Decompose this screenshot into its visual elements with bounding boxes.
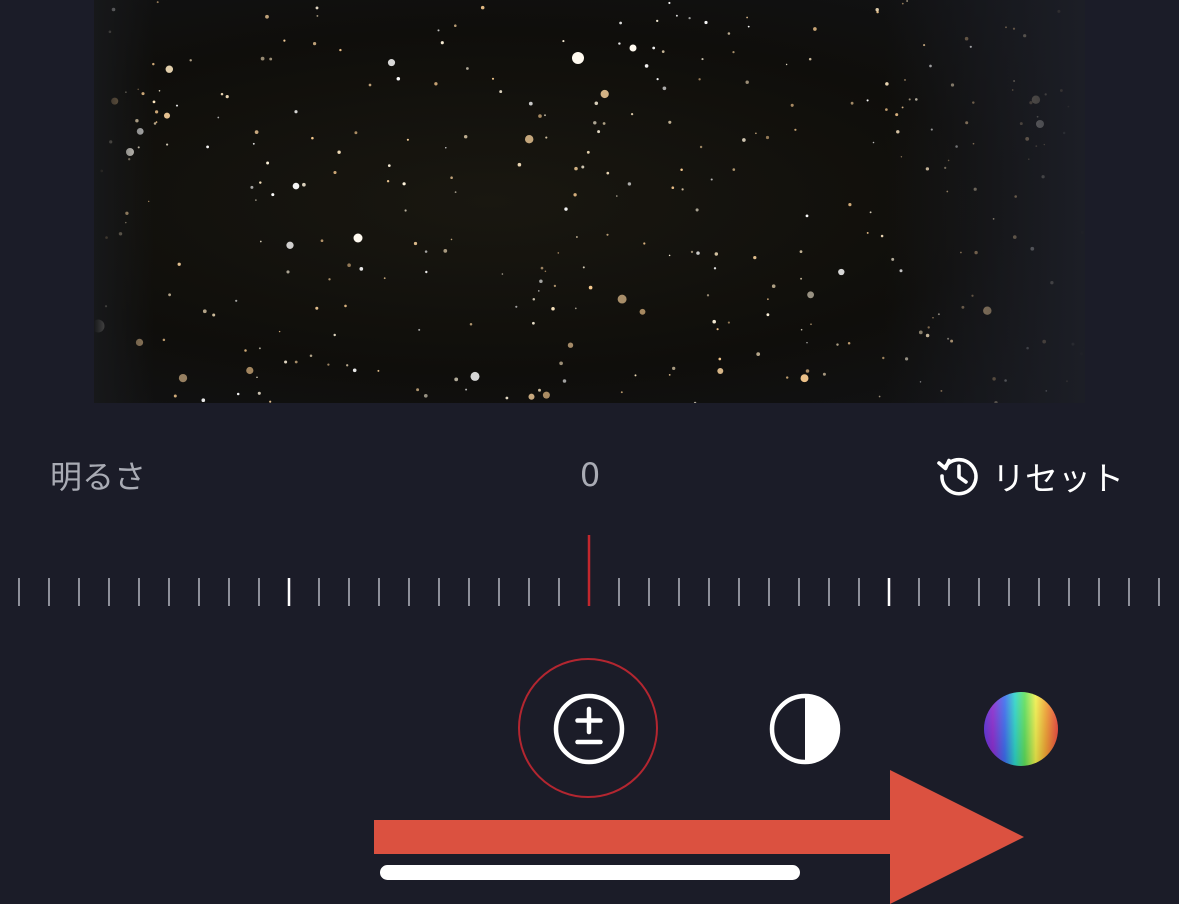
reset-label: リセット	[992, 459, 1124, 498]
photo-preview	[94, 0, 1085, 403]
swipe-direction-arrow	[374, 770, 1024, 904]
plus-minus-circle-icon	[553, 693, 625, 765]
tool-exposure-button[interactable]	[552, 692, 626, 766]
adjustment-value-label: 0	[579, 456, 601, 494]
adjustment-name-label: 明るさ	[50, 458, 147, 496]
tool-contrast-button[interactable]	[768, 692, 842, 766]
half-circle-contrast-icon	[769, 693, 841, 765]
photo-edge-shade-right	[885, 0, 1085, 403]
adjustment-slider-ruler[interactable]	[0, 530, 1179, 620]
tool-color-button[interactable]	[984, 692, 1058, 766]
history-reset-icon	[937, 457, 978, 496]
photo-edge-shade-left	[94, 0, 154, 403]
reset-button[interactable]: リセット	[936, 452, 1124, 500]
home-indicator[interactable]	[380, 865, 800, 880]
